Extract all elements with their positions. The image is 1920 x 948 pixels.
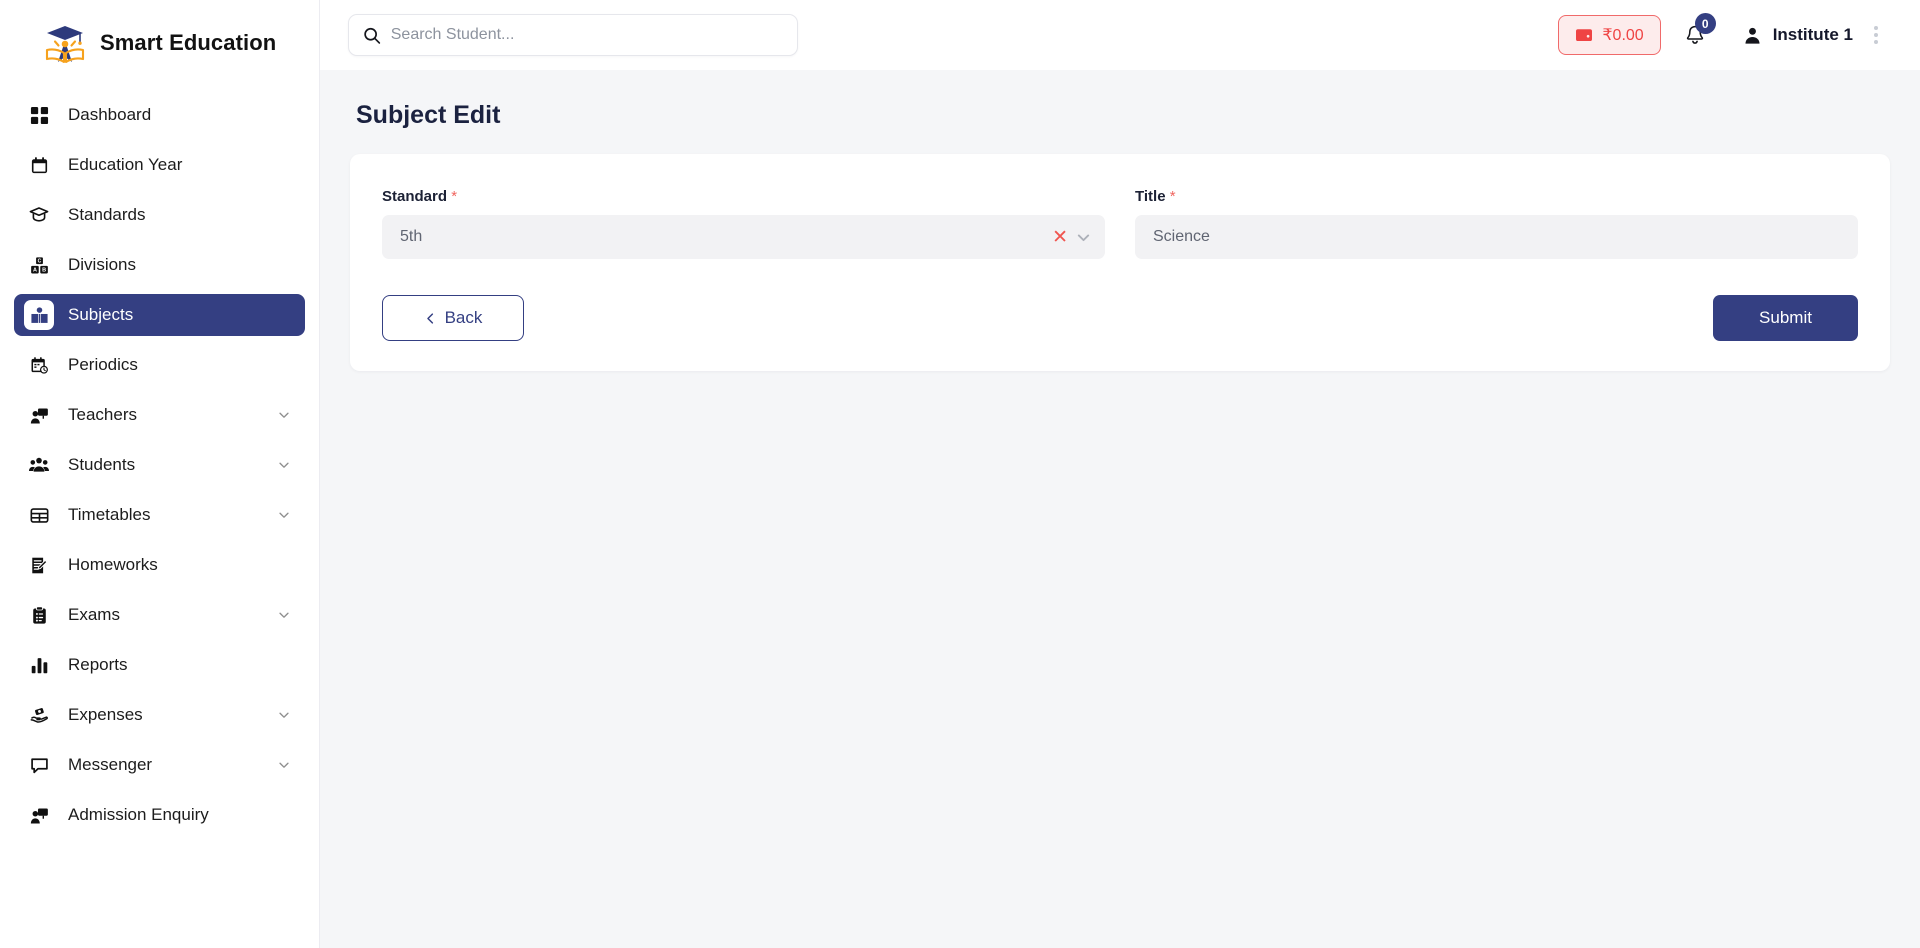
- open-book-icon: [24, 300, 54, 330]
- users-icon: [24, 450, 54, 480]
- form-actions: Back Submit: [382, 295, 1858, 341]
- sidebar-item-education-year[interactable]: Education Year: [14, 144, 305, 186]
- svg-text:C: C: [37, 258, 41, 264]
- chat-bubble-icon: [24, 750, 54, 780]
- title-input-wrap[interactable]: Science: [1135, 215, 1858, 259]
- form-row: Standard * 5th ✕ Title * Science: [382, 188, 1858, 259]
- wallet-amount: ₹0.00: [1602, 27, 1644, 44]
- wallet-icon: [1576, 29, 1593, 42]
- sidebar-item-label: Students: [68, 455, 136, 474]
- sidebar-item-admission-enquiry[interactable]: Admission Enquiry: [14, 794, 305, 836]
- field-title: Title * Science: [1135, 188, 1858, 259]
- svg-text:B: B: [42, 267, 46, 273]
- sidebar-item-label: Homeworks: [68, 555, 158, 574]
- sidebar-item-label: Expenses: [68, 705, 143, 724]
- sidebar-item-label: Teachers: [68, 405, 137, 424]
- chevron-down-icon[interactable]: [1076, 230, 1091, 245]
- calendar-clock-icon: [24, 350, 54, 380]
- calendar-icon: [24, 150, 54, 180]
- sidebar-nav: Dashboard Education Year Standards CAB D…: [0, 86, 319, 948]
- sidebar-item-label: Dashboard: [68, 105, 152, 124]
- title-label: Title *: [1135, 188, 1858, 205]
- brand[interactable]: Smart Education: [0, 0, 319, 86]
- sidebar: Smart Education Dashboard Education Year: [0, 0, 320, 948]
- chevron-down-icon[interactable]: [277, 608, 291, 622]
- chevron-down-icon[interactable]: [277, 758, 291, 772]
- presenter-icon: [24, 800, 54, 830]
- notification-count-badge: 0: [1694, 13, 1716, 34]
- topbar-right: ₹0.00 0 Institute 1: [1558, 13, 1894, 57]
- sidebar-item-label: Standards: [68, 205, 146, 224]
- chevron-down-icon[interactable]: [277, 458, 291, 472]
- required-marker: *: [451, 188, 458, 205]
- user-icon: [1745, 27, 1760, 44]
- brand-name: Smart Education: [100, 30, 277, 55]
- subject-edit-form-card: Standard * 5th ✕ Title * Science Back Su…: [350, 154, 1890, 371]
- user-name: Institute 1: [1772, 25, 1853, 44]
- svg-text:A: A: [32, 267, 36, 273]
- sidebar-item-label: Divisions: [68, 255, 137, 274]
- title-input[interactable]: Science: [1153, 228, 1844, 246]
- sidebar-item-reports[interactable]: Reports: [14, 644, 305, 686]
- sidebar-item-subjects[interactable]: Subjects: [14, 294, 305, 336]
- more-vertical-icon[interactable]: [1864, 20, 1888, 50]
- chevron-left-icon: [426, 312, 433, 324]
- user-menu[interactable]: Institute 1: [1728, 13, 1894, 57]
- sidebar-item-label: Timetables: [68, 505, 151, 524]
- sidebar-item-homeworks[interactable]: Homeworks: [14, 544, 305, 586]
- main-area: ₹0.00 0 Institute 1: [320, 0, 1920, 948]
- sidebar-item-label: Reports: [68, 655, 128, 674]
- graduation-cap-icon: [24, 200, 54, 230]
- notifications-button[interactable]: 0: [1672, 13, 1717, 57]
- table-icon: [24, 500, 54, 530]
- sidebar-item-expenses[interactable]: Expenses: [14, 694, 305, 736]
- topbar: ₹0.00 0 Institute 1: [320, 0, 1920, 70]
- note-edit-icon: [24, 550, 54, 580]
- graduation-cap-book-logo-icon: [42, 20, 88, 66]
- page-title: Subject Edit: [356, 101, 501, 129]
- sidebar-item-label: Messenger: [68, 755, 153, 774]
- sidebar-item-timetables[interactable]: Timetables: [14, 494, 305, 536]
- sidebar-item-label: Education Year: [68, 155, 183, 174]
- back-button-label: Back: [444, 308, 483, 327]
- standard-select[interactable]: 5th ✕: [382, 215, 1105, 259]
- sidebar-item-teachers[interactable]: Teachers: [14, 394, 305, 436]
- alphabet-blocks-icon: CAB: [24, 250, 54, 280]
- sidebar-item-standards[interactable]: Standards: [14, 194, 305, 236]
- sidebar-item-messenger[interactable]: Messenger: [14, 744, 305, 786]
- clipboard-icon: [24, 600, 54, 630]
- sidebar-item-label: Subjects: [68, 305, 134, 324]
- chevron-down-icon[interactable]: [277, 708, 291, 722]
- hand-money-icon: [24, 700, 54, 730]
- sidebar-item-divisions[interactable]: CAB Divisions: [14, 244, 305, 286]
- grid-icon: [24, 100, 54, 130]
- search-icon: [364, 27, 381, 44]
- back-button[interactable]: Back: [382, 295, 524, 341]
- content-area: Subject Edit Standard * 5th ✕ Title * Sc…: [320, 70, 1920, 948]
- bar-chart-icon: [24, 650, 54, 680]
- sidebar-item-exams[interactable]: Exams: [14, 594, 305, 636]
- close-icon[interactable]: ✕: [1044, 228, 1076, 247]
- chevron-down-icon[interactable]: [277, 408, 291, 422]
- standard-label: Standard *: [382, 188, 1105, 205]
- required-marker: *: [1169, 188, 1176, 205]
- sidebar-item-label: Admission Enquiry: [68, 805, 209, 824]
- sidebar-item-label: Exams: [68, 605, 120, 624]
- chevron-down-icon[interactable]: [277, 508, 291, 522]
- title-label-text: Title: [1135, 188, 1166, 205]
- presenter-icon: [24, 400, 54, 430]
- submit-button[interactable]: Submit: [1713, 295, 1858, 341]
- sidebar-item-students[interactable]: Students: [14, 444, 305, 486]
- sidebar-item-label: Periodics: [68, 355, 138, 374]
- search-input[interactable]: [390, 15, 783, 55]
- sidebar-item-periodics[interactable]: Periodics: [14, 344, 305, 386]
- app-root: Smart Education Dashboard Education Year: [0, 0, 1920, 948]
- standard-label-text: Standard: [382, 188, 448, 205]
- sidebar-item-dashboard[interactable]: Dashboard: [14, 94, 305, 136]
- wallet-balance-button[interactable]: ₹0.00: [1558, 15, 1661, 55]
- standard-value: 5th: [400, 228, 423, 245]
- search-box[interactable]: [348, 14, 798, 56]
- field-standard: Standard * 5th ✕: [382, 188, 1105, 259]
